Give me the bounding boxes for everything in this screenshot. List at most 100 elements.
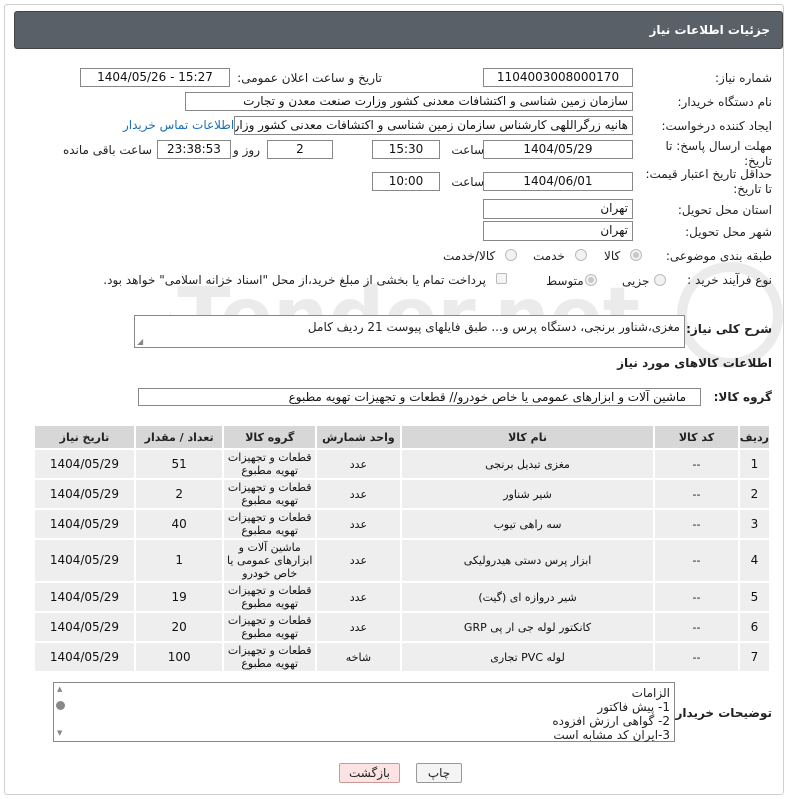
process-minor-label: جزیی — [622, 274, 650, 288]
validity-date-field: 1404/06/01 — [483, 172, 633, 191]
goods-section-title: اطلاعات کالاهای مورد نیاز — [617, 356, 772, 370]
deadline-date-field: 1404/05/29 — [483, 140, 633, 159]
notes-scrollbar[interactable]: ▲ ▼ — [54, 683, 68, 741]
cell-group: قطعات و تجهیزات تهویه مطبوع — [222, 478, 318, 510]
col-header-name: نام کالا — [399, 424, 656, 450]
buyer-notes-field[interactable]: الزامات 1- پیش فاکتور 2- گواهی ارزش افزو… — [53, 682, 675, 742]
category-label: طبقه بندی موضوعی: — [665, 249, 772, 263]
table-row: 5 -- شیر دروازه ای (گیت) عدد قطعات و تجه… — [33, 581, 772, 613]
city-field: تهران — [483, 221, 633, 241]
col-header-group: گروه کالا — [222, 424, 318, 450]
cell-date: 1404/05/29 — [33, 581, 136, 613]
category-service-label: خدمت — [533, 249, 565, 263]
cell-row-number: 2 — [737, 478, 772, 510]
cell-date: 1404/05/29 — [33, 448, 136, 480]
cell-name: مغزی تبدیل برنجی — [399, 448, 656, 480]
validity-time-field: 10:00 — [372, 172, 440, 191]
cell-row-number: 3 — [737, 508, 772, 540]
buyer-contact-link[interactable]: اطلاعات تماس خریدار — [123, 118, 234, 132]
announce-date-label: تاریخ و ساعت اعلان عمومی: — [237, 71, 382, 85]
cell-code: -- — [653, 448, 740, 480]
process-label: نوع فرآیند خرید : — [687, 273, 772, 287]
panel-title: جزئیات اطلاعات نیاز — [649, 23, 770, 37]
cell-date: 1404/05/29 — [33, 478, 136, 510]
remaining-time-field: 23:38:53 — [157, 140, 231, 159]
buyer-notes-line: 3-ایران کد مشابه است — [553, 728, 670, 742]
col-header-code: کد کالا — [653, 424, 740, 450]
cell-quantity: 40 — [133, 508, 225, 540]
cell-code: -- — [653, 581, 740, 613]
cell-name: کانکتور لوله جی ار پی GRP — [399, 611, 656, 643]
announce-date-field: 1404/05/26 - 15:27 — [80, 68, 230, 87]
need-number-label: شماره نیاز: — [715, 71, 772, 85]
cell-date: 1404/05/29 — [33, 641, 136, 673]
cell-row-number: 7 — [737, 641, 772, 673]
cell-group: قطعات و تجهیزات تهویه مطبوع — [222, 611, 318, 643]
table-row: 2 -- شیر شناور عدد قطعات و تجهیزات تهویه… — [33, 478, 772, 510]
treasury-payment-checkbox[interactable] — [496, 273, 507, 284]
col-header-quantity: تعداد / مقدار — [133, 424, 225, 450]
print-button[interactable]: چاپ — [416, 763, 462, 783]
deadline-time-field: 15:30 — [372, 140, 440, 159]
cell-unit: عدد — [315, 538, 402, 583]
scroll-up-icon[interactable]: ▲ — [57, 685, 62, 693]
panel-header: جزئیات اطلاعات نیاز — [14, 11, 783, 49]
back-button[interactable]: بازگشت — [339, 763, 400, 783]
deadline-time-label: ساعت — [451, 143, 484, 157]
remaining-time-label: ساعت باقی مانده — [62, 143, 152, 157]
scroll-down-icon[interactable]: ▼ — [57, 729, 62, 737]
table-header-row: ردیف کد کالا نام کالا واحد شمارش گروه کا… — [33, 424, 772, 450]
buyer-notes-text: الزامات 1- پیش فاکتور 2- گواهی ارزش افزو… — [552, 686, 670, 742]
cell-quantity: 100 — [133, 641, 225, 673]
cell-row-number: 4 — [737, 538, 772, 583]
cell-name: سه راهی تیوب — [399, 508, 656, 540]
cell-name: ابزار پرس دستی هیدرولیکی — [399, 538, 656, 583]
days-remaining-field: 2 — [267, 140, 333, 159]
cell-quantity: 2 — [133, 478, 225, 510]
deadline-label: مهلت ارسال پاسخ: تا تاریخ: — [665, 139, 772, 168]
province-label: استان محل تحویل: — [677, 203, 772, 217]
process-minor-radio[interactable] — [654, 274, 666, 286]
goods-group-field: ماشین آلات و ابزارهای عمومی یا خاص خودرو… — [138, 388, 701, 406]
cell-date: 1404/05/29 — [33, 508, 136, 540]
cell-group: ماشین آلات و ابزارهای عمومی یا خاص خودرو — [222, 538, 318, 583]
description-label: شرح کلی نیاز: — [686, 322, 772, 336]
cell-name: لوله PVC تجاری — [399, 641, 656, 673]
cell-code: -- — [653, 508, 740, 540]
cell-unit: عدد — [315, 448, 402, 480]
cell-row-number: 5 — [737, 581, 772, 613]
need-number-field: 1104003008000170 — [483, 68, 633, 87]
buyer-notes-label: توضیحات خریدار: — [670, 706, 772, 720]
cell-quantity: 1 — [133, 538, 225, 583]
cell-group: قطعات و تجهیزات تهویه مطبوع — [222, 641, 318, 673]
resize-handle-icon[interactable]: ◢ — [137, 337, 143, 346]
cell-unit: عدد — [315, 508, 402, 540]
buyer-notes-line: 2- گواهی ارزش افزوده — [552, 714, 670, 728]
cell-name: شیر شناور — [399, 478, 656, 510]
table-row: 6 -- کانکتور لوله جی ار پی GRP عدد قطعات… — [33, 611, 772, 643]
category-service-radio[interactable] — [575, 249, 587, 261]
table-row: 7 -- لوله PVC تجاری شاخه قطعات و تجهیزات… — [33, 641, 772, 673]
buyer-notes-line: الزامات — [631, 686, 670, 700]
table-row: 4 -- ابزار پرس دستی هیدرولیکی عدد ماشین … — [33, 538, 772, 583]
description-text: مغزی،شناور برنجی، دستگاه پرس و... طبق فا… — [307, 320, 680, 334]
category-goods-radio[interactable] — [630, 249, 642, 261]
cell-code: -- — [653, 641, 740, 673]
table-row: 3 -- سه راهی تیوب عدد قطعات و تجهیزات ته… — [33, 508, 772, 540]
process-medium-radio[interactable] — [585, 274, 597, 286]
cell-group: قطعات و تجهیزات تهویه مطبوع — [222, 581, 318, 613]
cell-row-number: 6 — [737, 611, 772, 643]
scroll-thumb[interactable] — [56, 701, 65, 710]
category-goods-label: کالا — [604, 249, 621, 263]
buyer-org-label: نام دستگاه خریدار: — [677, 95, 773, 109]
col-header-date: تاریخ نیاز — [33, 424, 136, 450]
cell-quantity: 19 — [133, 581, 225, 613]
table-row: 1 -- مغزی تبدیل برنجی عدد قطعات و تجهیزا… — [33, 448, 772, 480]
buyer-notes-line: 1- پیش فاکتور — [597, 700, 670, 714]
category-goods-service-radio[interactable] — [505, 249, 517, 261]
cell-code: -- — [653, 611, 740, 643]
cell-row-number: 1 — [737, 448, 772, 480]
province-field: تهران — [483, 199, 633, 219]
creator-field: هانیه زرگراللهی کارشناس سازمان زمین شناس… — [234, 116, 633, 135]
goods-table: ردیف کد کالا نام کالا واحد شمارش گروه کا… — [33, 424, 772, 673]
